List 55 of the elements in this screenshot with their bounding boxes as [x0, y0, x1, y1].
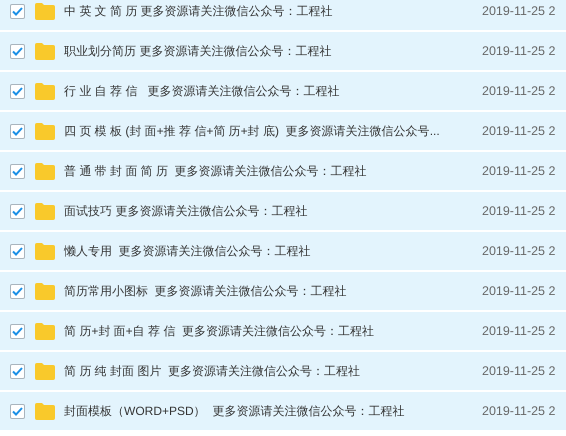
checkbox[interactable] [10, 124, 25, 138]
checkbox[interactable] [10, 284, 25, 298]
file-name: 中 英 文 简 历 更多资源请关注微信公众号：工程社 [64, 2, 333, 20]
file-name: 简 历 纯 封面 图片 更多资源请关注微信公众号：工程社 [64, 362, 360, 380]
file-row[interactable]: 懒人专用 更多资源请关注微信公众号：工程社 2019-11-25 2 [0, 232, 566, 272]
file-date: 2019-11-25 2 [482, 284, 556, 298]
file-date: 2019-11-25 2 [482, 44, 556, 58]
file-row[interactable]: 中 英 文 简 历 更多资源请关注微信公众号：工程社 2019-11-25 2 [0, 0, 566, 32]
checkbox[interactable] [10, 204, 25, 218]
file-date: 2019-11-25 2 [482, 164, 556, 178]
folder-icon [35, 362, 55, 380]
folder-icon [35, 2, 55, 20]
folder-icon [35, 82, 55, 100]
file-name: 简 历+封 面+自 荐 信 更多资源请关注微信公众号：工程社 [64, 322, 374, 340]
file-name: 行 业 自 荐 信 更多资源请关注微信公众号：工程社 [64, 82, 340, 100]
file-date: 2019-11-25 2 [482, 364, 556, 378]
file-name: 职业划分简历 更多资源请关注微信公众号：工程社 [64, 42, 332, 60]
file-date: 2019-11-25 2 [482, 324, 556, 338]
file-name: 封面模板（WORD+PSD） 更多资源请关注微信公众号：工程社 [64, 402, 404, 420]
checkbox[interactable] [10, 244, 25, 258]
folder-icon [35, 162, 55, 180]
folder-icon [35, 282, 55, 300]
checkbox[interactable] [10, 164, 25, 178]
file-name: 四 页 模 板 (封 面+推 荐 信+简 历+封 底) 更多资源请关注微信公众号... [64, 122, 440, 140]
checkbox[interactable] [10, 84, 25, 98]
file-row[interactable]: 简历常用小图标 更多资源请关注微信公众号：工程社 2019-11-25 2 [0, 272, 566, 312]
file-name: 面试技巧 更多资源请关注微信公众号：工程社 [64, 202, 308, 220]
folder-icon [35, 402, 55, 420]
folder-icon [35, 122, 55, 140]
folder-icon [35, 322, 55, 340]
file-row[interactable]: 简 历+封 面+自 荐 信 更多资源请关注微信公众号：工程社 2019-11-25 2 [0, 312, 566, 352]
folder-icon [35, 242, 55, 260]
checkbox[interactable] [10, 324, 25, 338]
file-name: 懒人专用 更多资源请关注微信公众号：工程社 [64, 242, 311, 260]
checkbox[interactable] [10, 44, 25, 58]
file-date: 2019-11-25 2 [482, 404, 556, 418]
file-date: 2019-11-25 2 [482, 84, 556, 98]
checkbox[interactable] [10, 4, 25, 18]
folder-icon [35, 42, 55, 60]
file-row[interactable]: 简 历 纯 封面 图片 更多资源请关注微信公众号：工程社 2019-11-25 2 [0, 352, 566, 392]
file-name: 简历常用小图标 更多资源请关注微信公众号：工程社 [64, 282, 347, 300]
file-date: 2019-11-25 2 [482, 4, 556, 18]
file-row[interactable]: 封面模板（WORD+PSD） 更多资源请关注微信公众号：工程社 2019-11-25 2 [0, 392, 566, 432]
file-date: 2019-11-25 2 [482, 204, 556, 218]
file-row[interactable]: 面试技巧 更多资源请关注微信公众号：工程社 2019-11-25 2 [0, 192, 566, 232]
file-date: 2019-11-25 2 [482, 124, 556, 138]
file-date: 2019-11-25 2 [482, 244, 556, 258]
file-row[interactable]: 职业划分简历 更多资源请关注微信公众号：工程社 2019-11-25 2 [0, 32, 566, 72]
file-row[interactable]: 行 业 自 荐 信 更多资源请关注微信公众号：工程社 2019-11-25 2 [0, 72, 566, 112]
file-name: 普 通 带 封 面 简 历 更多资源请关注微信公众号：工程社 [64, 162, 367, 180]
file-row[interactable]: 四 页 模 板 (封 面+推 荐 信+简 历+封 底) 更多资源请关注微信公众号... 2019-11-25 2 [0, 112, 566, 152]
checkbox[interactable] [10, 364, 25, 378]
folder-icon [35, 202, 55, 220]
checkbox[interactable] [10, 404, 25, 418]
file-row[interactable]: 普 通 带 封 面 简 历 更多资源请关注微信公众号：工程社 2019-11-25 2 [0, 152, 566, 192]
